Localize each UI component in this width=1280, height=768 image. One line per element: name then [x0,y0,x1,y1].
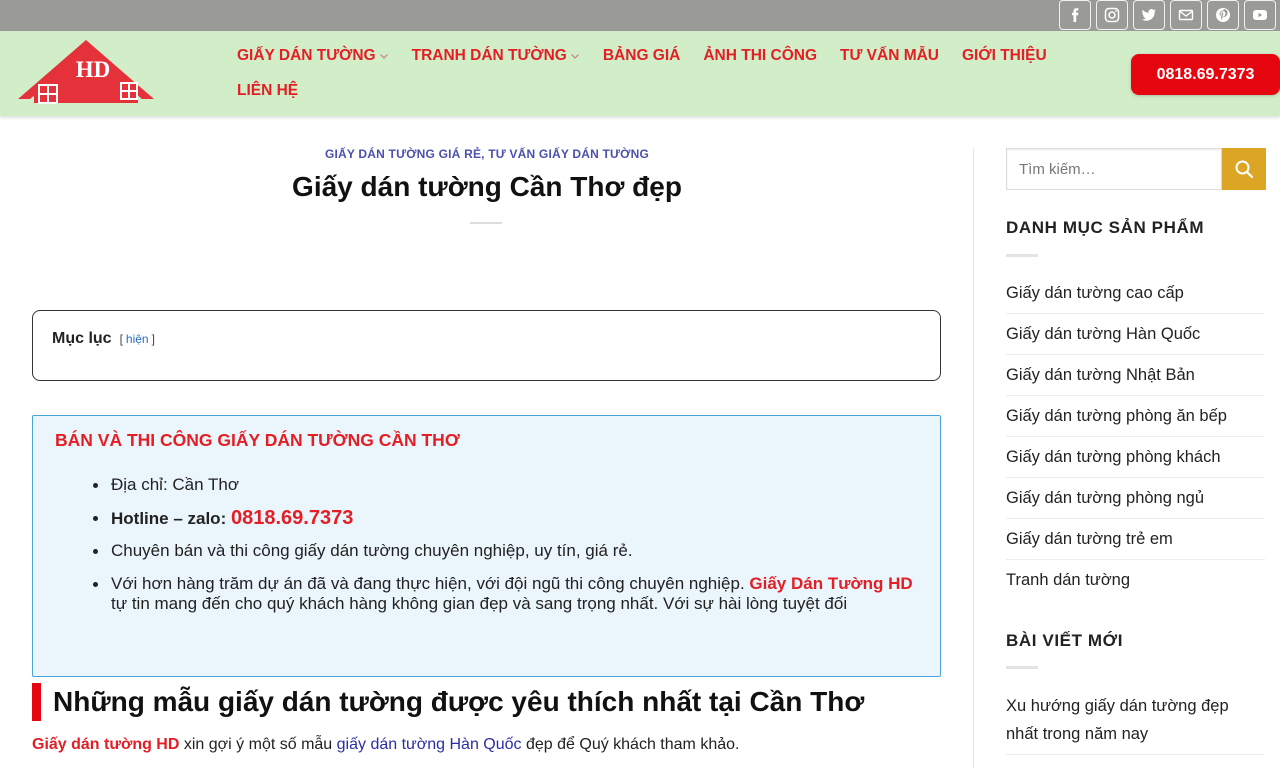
social-links [1059,0,1276,30]
category-item[interactable]: Giấy dán tường trẻ em [1006,519,1265,560]
category-item[interactable]: Tranh dán tường [1006,560,1265,601]
list-item-services: Chuyên bán và thi công giấy dán tường ch… [93,541,918,562]
toc-title: Mục lục [52,330,112,347]
category-item[interactable]: Giấy dán tường phòng khách [1006,437,1265,478]
recent-post-item[interactable]: Xu hướng giấy dán tường đẹp nhất trong n… [1006,692,1265,755]
list-item-experience: Với hơn hàng trăm dự án đã và đang thực … [93,573,918,615]
post-categories[interactable]: GIẤY DÁN TƯỜNG GIÁ RẺ, TƯ VẤN GIẤY DÁN T… [32,147,942,161]
toc-close-bracket: ] [151,332,155,346]
search-input[interactable] [1006,148,1222,190]
toc-toggle-wrap: [hiện] [120,332,155,346]
youtube-icon [1253,10,1267,20]
social-twitter[interactable] [1133,0,1165,30]
nav-bang-gia[interactable]: BẢNG GIÁ [603,47,681,65]
search-icon [1235,160,1254,179]
recent-posts-widget-title: BÀI VIẾT MỚI [1006,631,1124,650]
intro-text-2: đẹp để Quý khách tham khảo. [525,736,740,753]
chevron-down-icon [570,54,579,59]
hotline-button[interactable]: 0818.69.7373 [1131,54,1280,95]
social-pinterest[interactable] [1207,0,1239,30]
nav-label: TƯ VẤN MẪU [840,47,939,64]
intro-text-1: xin gợi ý một số mẫu [183,736,333,753]
toc-open-bracket: [ [119,332,123,346]
nav-tu-van-mau[interactable]: TƯ VẤN MẪU [840,47,939,65]
twitter-icon [1142,9,1156,21]
title-divider [470,222,502,224]
site-logo[interactable]: HD [16,37,156,107]
heading-accent-bar [32,683,41,721]
nav-tranh-dan-tuong[interactable]: TRANH DÁN TƯỜNG [412,47,580,65]
experience-text-2: tự tin mang đến cho quý khách hàng không… [111,594,848,613]
email-icon [1178,9,1194,21]
category-item[interactable]: Giấy dán tường phòng ăn bếp [1006,396,1265,437]
hotline-number[interactable]: 0818.69.7373 [231,507,353,529]
social-instagram[interactable] [1096,0,1128,30]
nav-label: LIÊN HỆ [237,82,299,99]
nav-label: GIỚI THIỆU [962,47,1047,64]
infobox-heading: BÁN VÀ THI CÔNG GIẤY DÁN TƯỜNG CẦN THƠ [55,430,460,450]
categories-widget-title: DANH MỤC SẢN PHẨM [1006,218,1205,237]
intro-paragraph: Giấy dán tường HD xin gợi ý một số mẫu g… [32,736,739,754]
table-of-contents: Mục lục [hiện] [32,310,941,381]
hotline-label: Hotline – zalo: [111,508,227,528]
site-header: HD GIẤY DÁN TƯỜNG TRANH DÁN TƯỜNG BẢNG G… [0,31,1280,116]
intro-brand: Giấy dán tường HD [32,736,180,753]
social-youtube[interactable] [1244,0,1276,30]
category-item[interactable]: Giấy dán tường Hàn Quốc [1006,314,1265,355]
experience-text-1: Với hơn hàng trăm dự án đã và đang thực … [111,573,745,593]
widget-divider [1006,254,1038,257]
category-list: Giấy dán tường cao cấp Giấy dán tường Hà… [1006,273,1265,601]
list-item-hotline: Hotline – zalo: 0818.69.7373 [93,507,918,530]
social-email[interactable] [1170,0,1202,30]
category-item[interactable]: Giấy dán tường cao cấp [1006,273,1265,314]
section-heading: Những mẫu giấy dán tường được yêu thích … [32,683,942,721]
instagram-icon [1104,7,1120,23]
nav-gioi-thieu[interactable]: GIỚI THIỆU [962,47,1047,65]
brand-name: Giấy Dán Tường HD [749,573,913,593]
facebook-icon [1072,8,1079,22]
page-title: Giấy dán tường Cần Thơ đẹp [292,171,682,202]
nav-anh-thi-cong[interactable]: ẢNH THI CÔNG [703,47,817,65]
category-item[interactable]: Giấy dán tường Nhật Bản [1006,355,1265,396]
nav-label: ẢNH THI CÔNG [703,47,818,64]
pinterest-icon [1216,8,1230,22]
recent-posts-list: Xu hướng giấy dán tường đẹp nhất trong n… [1006,692,1265,755]
widget-divider [1006,666,1038,669]
sidebar-divider [973,148,974,768]
section-heading-text: Những mẫu giấy dán tường được yêu thích … [53,686,865,717]
category-item[interactable]: Giấy dán tường phòng ngủ [1006,478,1265,519]
nav-lien-he[interactable]: LIÊN HỆ [237,82,298,100]
nav-giay-dan-tuong[interactable]: GIẤY DÁN TƯỜNG [237,47,389,65]
infobox-list: Địa chỉ: Cần Thơ Hotline – zalo: 0818.69… [93,475,918,615]
intro-link[interactable]: giấy dán tường Hàn Quốc [337,736,522,753]
nav-label: GIẤY DÁN TƯỜNG [237,47,376,64]
toc-toggle-link[interactable]: hiện [126,332,149,346]
social-facebook[interactable] [1059,0,1091,30]
chevron-down-icon [379,54,388,59]
nav-label: TRANH DÁN TƯỜNG [411,47,567,64]
contact-infobox: BÁN VÀ THI CÔNG GIẤY DÁN TƯỜNG CẦN THƠ Đ… [32,415,941,677]
main-nav: GIẤY DÁN TƯỜNG TRANH DÁN TƯỜNG BẢNG GIÁ … [237,43,1117,113]
search-form [1006,148,1266,190]
logo-text: HD [76,57,111,82]
nav-label: BẢNG GIÁ [602,47,681,64]
search-button[interactable] [1222,148,1266,190]
list-item-address: Địa chỉ: Cần Thơ [93,475,918,496]
top-bar [0,0,1280,31]
